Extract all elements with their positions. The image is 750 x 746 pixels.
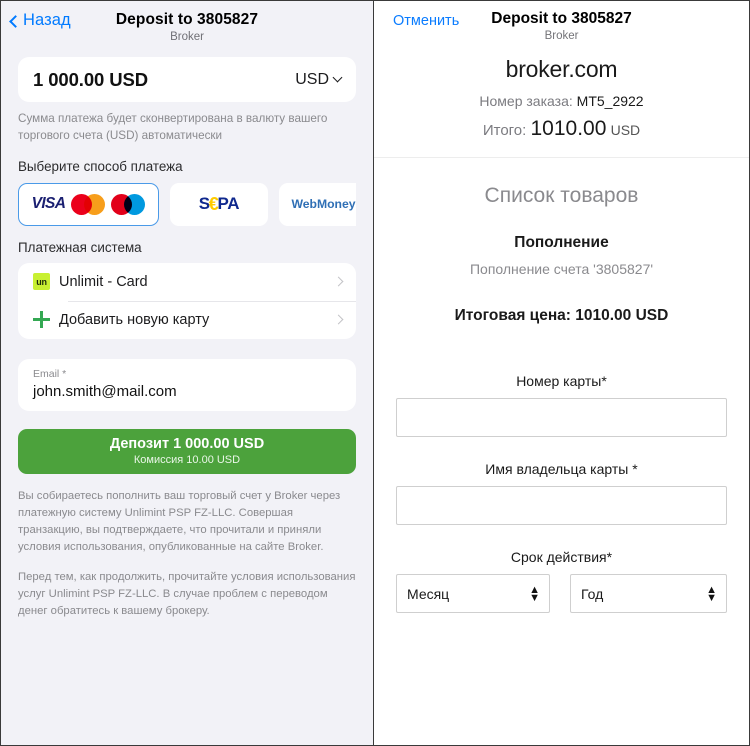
expiry-selects: Месяц ▲ ▼ Год ▲ ▼ bbox=[396, 574, 727, 613]
total-label: Итого: bbox=[482, 122, 527, 139]
sepa-logo: S € PA bbox=[199, 194, 240, 215]
total-line: Итого: 1010.00 USD bbox=[374, 117, 749, 141]
card-number-label: Номер карты* bbox=[516, 373, 607, 389]
plus-icon bbox=[33, 311, 59, 329]
currency-selector[interactable]: USD bbox=[295, 70, 343, 89]
conversion-note: Сумма платежа будет сконвертирована в ва… bbox=[18, 112, 328, 142]
total-currency: USD bbox=[610, 122, 641, 138]
right-header: Отменить Deposit to 3805827 Broker bbox=[374, 1, 749, 45]
currency-code: USD bbox=[295, 70, 329, 88]
amount-value: 1 000.00 USD bbox=[33, 68, 149, 90]
maestro-icon bbox=[111, 193, 146, 215]
email-value[interactable]: john.smith@mail.com bbox=[33, 383, 341, 400]
section-divider bbox=[374, 157, 749, 158]
list-item-unlimit-card[interactable]: un Unlimit - Card bbox=[18, 263, 356, 301]
card-holder-label: Имя владельца карты * bbox=[485, 461, 638, 477]
merchant-block: broker.com Номер заказа: MT5_2922 Итого:… bbox=[374, 56, 749, 141]
expiry-month-select[interactable]: Месяц bbox=[396, 574, 550, 613]
native-deposit-panel: Назад Deposit to 3805827 Broker 1 000.00… bbox=[0, 0, 373, 746]
deposit-commission-label: Комиссия 10.00 USD bbox=[133, 454, 241, 467]
list-item-label: Unlimit - Card bbox=[59, 273, 148, 290]
chevron-down-icon bbox=[332, 72, 343, 83]
legal-text-primary: Вы собираетесь пополнить ваш торговый сч… bbox=[18, 489, 341, 553]
deposit-button[interactable]: Депозит 1 000.00 USD Комиссия 10.00 USD bbox=[18, 428, 356, 474]
webmoney-label: WebMoney bbox=[291, 197, 356, 212]
list-item-label: Добавить новую карту bbox=[59, 311, 210, 328]
method-card-visa-mastercard[interactable]: VISA bbox=[18, 182, 159, 226]
checkout-subtitle: Broker bbox=[544, 30, 579, 42]
card-number-group: Номер карты* bbox=[396, 373, 727, 437]
chevron-right-icon bbox=[333, 314, 344, 325]
order-number-value: MT5_2922 bbox=[576, 93, 644, 109]
goods-list-title: Список товаров bbox=[484, 184, 639, 207]
order-number-line: Номер заказа: MT5_2922 bbox=[374, 93, 749, 109]
card-logos: VISA bbox=[31, 193, 146, 215]
expiry-month-wrap: Месяц ▲ ▼ bbox=[396, 574, 550, 613]
unlimit-logo-icon: un bbox=[33, 273, 59, 291]
total-amount: 1010.00 bbox=[530, 117, 607, 140]
order-number-label: Номер заказа: bbox=[479, 93, 573, 109]
expiry-group: Срок действия* Месяц ▲ ▼ Год ▲ ▼ bbox=[396, 549, 727, 613]
email-label: Email * bbox=[33, 367, 67, 380]
mastercard-icon bbox=[71, 193, 106, 215]
legal-text-secondary: Перед тем, как продолжить, прочитайте ус… bbox=[18, 570, 356, 617]
method-card-sepa[interactable]: S € PA bbox=[170, 182, 268, 226]
card-holder-input[interactable] bbox=[396, 486, 727, 525]
goods-item-name: Пополнение bbox=[514, 234, 609, 251]
expiry-label: Срок действия* bbox=[510, 549, 613, 565]
merchant-domain: broker.com bbox=[505, 56, 618, 82]
cancel-button[interactable]: Отменить bbox=[393, 13, 459, 29]
payment-methods-row[interactable]: VISA S € PA WebMoney bbox=[18, 182, 356, 226]
deposit-button-label: Депозит 1 000.00 USD bbox=[109, 436, 265, 453]
left-body: 1 000.00 USD USD Сумма платежа будет ско… bbox=[1, 57, 373, 620]
choose-method-label: Выберите способ платежа bbox=[18, 158, 183, 174]
card-payment-form: Номер карты* Имя владельца карты * Срок … bbox=[374, 373, 749, 613]
card-holder-group: Имя владельца карты * bbox=[396, 461, 727, 525]
dual-panel-screenshot: Назад Deposit to 3805827 Broker 1 000.00… bbox=[0, 0, 750, 746]
goods-total-price: Итоговая цена: 1010.00 USD bbox=[454, 307, 669, 324]
chevron-right-icon bbox=[333, 276, 344, 287]
chevron-left-icon bbox=[9, 14, 22, 28]
unlimit-badge-text: un bbox=[33, 273, 50, 291]
list-item-add-new-card[interactable]: Добавить новую карту bbox=[18, 300, 356, 339]
goods-item-description: Пополнение счета '3805827' bbox=[469, 261, 654, 277]
web-checkout-panel: Отменить Deposit to 3805827 Broker broke… bbox=[373, 0, 750, 746]
visa-logo: VISA bbox=[31, 195, 66, 213]
payment-system-list: un Unlimit - Card Добавить новую карту bbox=[18, 262, 356, 339]
amount-card[interactable]: 1 000.00 USD USD bbox=[18, 57, 356, 102]
back-button[interactable]: Назад bbox=[9, 11, 71, 30]
card-number-input[interactable] bbox=[396, 398, 727, 437]
email-field[interactable]: Email * john.smith@mail.com bbox=[18, 358, 356, 411]
method-card-webmoney[interactable]: WebMoney bbox=[279, 182, 356, 226]
page-subtitle: Broker bbox=[170, 31, 204, 43]
payment-system-label: Платежная система bbox=[18, 239, 142, 255]
left-header: Назад Deposit to 3805827 Broker bbox=[1, 1, 373, 47]
sepa-letters-pa: PA bbox=[217, 194, 240, 214]
expiry-year-select[interactable]: Год bbox=[570, 574, 727, 613]
expiry-year-wrap: Год ▲ ▼ bbox=[570, 574, 727, 613]
back-button-label: Назад bbox=[23, 11, 71, 29]
